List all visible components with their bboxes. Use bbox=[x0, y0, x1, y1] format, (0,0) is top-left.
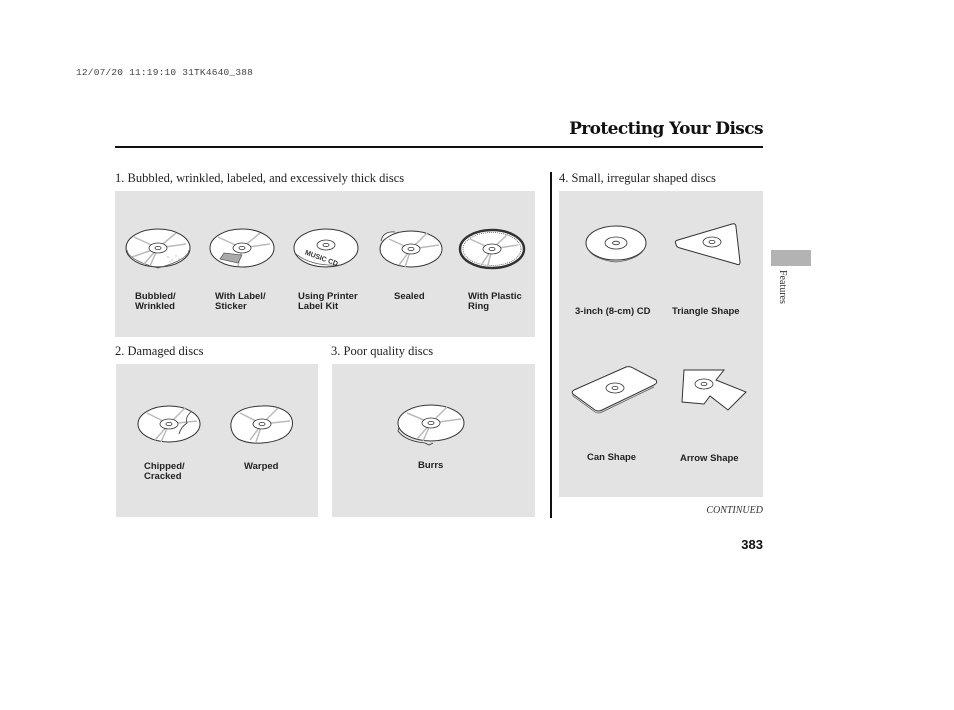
sealed-disc-icon bbox=[379, 230, 443, 268]
header-rule bbox=[115, 146, 763, 148]
item-label: Arrow Shape bbox=[680, 453, 739, 464]
item-label: Warped bbox=[244, 461, 279, 472]
section-4-heading: 4. Small, irregular shaped discs bbox=[559, 171, 716, 185]
item-label: With Plastic Ring bbox=[468, 291, 522, 312]
small-cd-icon bbox=[585, 225, 647, 263]
section-tab-marker bbox=[771, 250, 811, 266]
burred-disc-icon bbox=[397, 404, 465, 446]
plastic-ring-disc-icon bbox=[458, 228, 526, 270]
page-title: Protecting Your Discs bbox=[569, 119, 764, 139]
can-shape-disc-icon bbox=[571, 366, 658, 414]
labeled-disc-icon bbox=[209, 228, 275, 268]
printer-label-disc-icon: MUSIC CD bbox=[293, 228, 359, 268]
page-number: 383 bbox=[741, 537, 763, 552]
warped-disc-icon bbox=[230, 405, 293, 444]
section-2-heading: 2. Damaged discs bbox=[115, 344, 204, 358]
section-1-heading: 1. Bubbled, wrinkled, labeled, and exces… bbox=[115, 171, 405, 185]
section-tab-label: Features bbox=[777, 270, 788, 304]
continued-note: CONTINUED bbox=[706, 505, 763, 516]
triangle-disc-icon bbox=[674, 223, 741, 266]
item-label: Triangle Shape bbox=[672, 306, 740, 317]
item-label: Burrs bbox=[418, 460, 444, 471]
item-label: With Label/ Sticker bbox=[215, 291, 266, 312]
bubbled-disc-icon bbox=[125, 228, 191, 269]
arrow-shape-disc-icon bbox=[681, 369, 747, 411]
item-label: 3-inch (8-cm) CD bbox=[575, 306, 651, 317]
item-label: Sealed bbox=[394, 291, 425, 302]
item-label: Chipped/ Cracked bbox=[144, 461, 185, 482]
section-3-heading: 3. Poor quality discs bbox=[331, 344, 434, 358]
item-label: Can Shape bbox=[587, 452, 637, 463]
item-label: Bubbled/ Wrinkled bbox=[135, 291, 176, 312]
cracked-disc-icon bbox=[137, 405, 201, 443]
item-label: Using Printer Label Kit bbox=[298, 291, 358, 312]
print-stamp: 12/07/20 11:19:10 31TK4640_388 bbox=[76, 67, 254, 78]
column-divider bbox=[550, 172, 552, 518]
